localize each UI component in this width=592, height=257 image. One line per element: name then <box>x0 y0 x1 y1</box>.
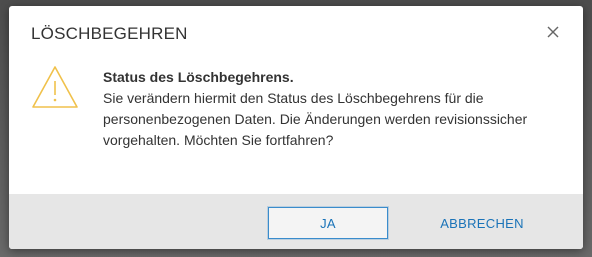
confirm-dialog: LÖSCHBEGEHREN Status des Löschbegehrens.… <box>9 6 583 249</box>
yes-button[interactable]: JA <box>268 207 388 239</box>
dialog-body: Status des Löschbegehrens. Sie verändern… <box>9 58 583 193</box>
dialog-message: Status des Löschbegehrens. Sie verändern… <box>103 67 563 151</box>
message-line: vorgehalten. Möchten Sie fortfahren? <box>103 132 334 148</box>
dialog-footer: JA ABBRECHEN <box>9 194 583 249</box>
close-icon <box>547 26 559 38</box>
message-line: Sie verändern hiermit den Status des Lös… <box>103 90 484 106</box>
dialog-header: LÖSCHBEGEHREN <box>9 6 583 58</box>
message-line: personenbezogenen Daten. Die Änderungen … <box>103 111 528 127</box>
warning-icon <box>30 64 80 110</box>
dialog-title: LÖSCHBEGEHREN <box>31 24 188 43</box>
cancel-button[interactable]: ABBRECHEN <box>427 207 537 239</box>
close-button[interactable] <box>545 24 561 40</box>
message-title: Status des Löschbegehrens. <box>103 69 294 85</box>
